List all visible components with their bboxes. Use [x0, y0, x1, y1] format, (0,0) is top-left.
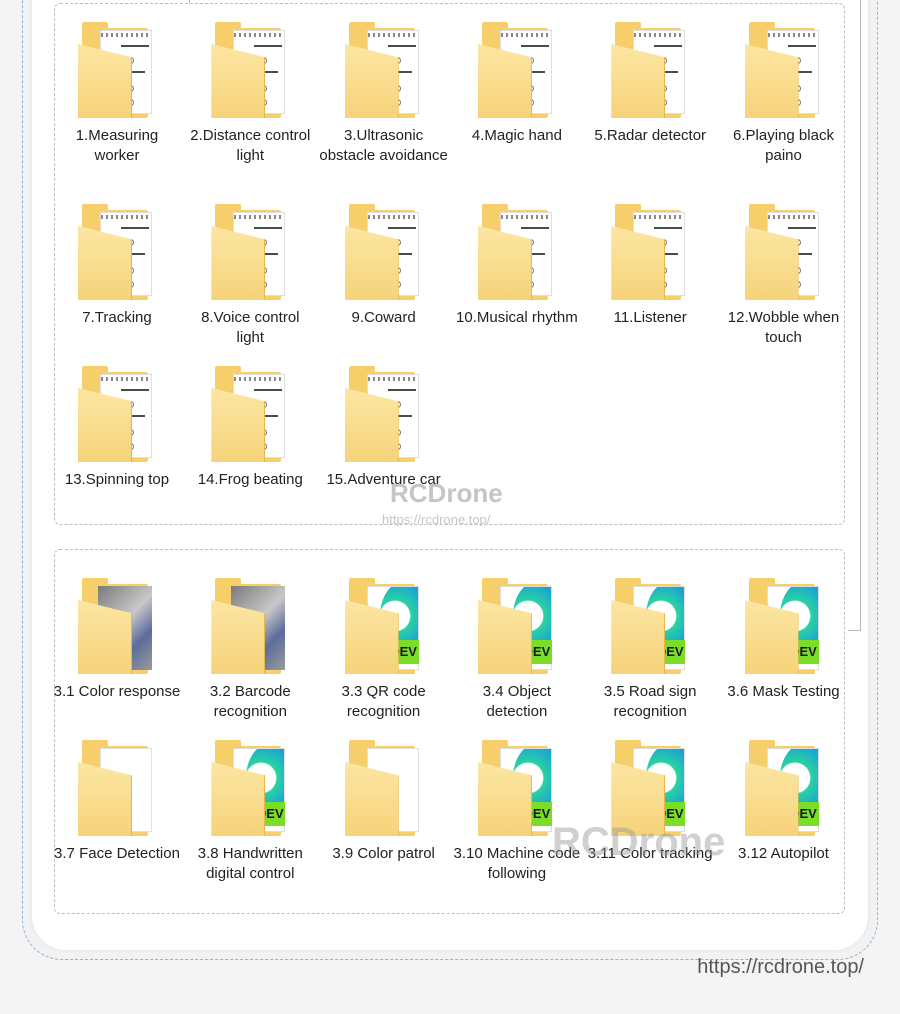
folder-item[interactable]: 12.Wobble when touch: [719, 202, 849, 348]
folder-label: 7.Tracking: [82, 309, 152, 326]
plain-folder-icon: [344, 738, 423, 836]
folder-label: 9.Coward: [351, 309, 416, 326]
folder-item[interactable]: 3.7 Face Detection: [52, 738, 182, 864]
dev-folder-icon: DEV: [477, 738, 556, 836]
folder-label: 8.Voice control light: [201, 309, 300, 346]
notebook-folder-icon: [477, 202, 556, 300]
notebook-folder-icon: [611, 20, 689, 118]
folder-label: 3.7 Face Detection: [54, 845, 180, 862]
folder-panel-basic: 1.Measuring worker 2.Distance control lig…: [54, 3, 845, 525]
notebook-folder-icon: [211, 364, 289, 462]
side-divider: [848, 0, 861, 631]
folder-label: 3.2 Barcode recognition: [209, 683, 291, 720]
folder-item[interactable]: 2.Distance control light: [185, 20, 315, 166]
folder-label: 12.Wobble when touch: [727, 309, 840, 346]
folder-item[interactable]: DEV 3.4 Object detection: [452, 576, 582, 722]
dev-folder-icon: DEV: [211, 738, 289, 836]
folder-item[interactable]: 3.Ultrasonic obstacle avoidance: [319, 20, 449, 166]
notebook-folder-icon: [78, 202, 156, 300]
notebook-folder-icon: [744, 202, 823, 300]
folder-item[interactable]: DEV 3.12 Autopilot: [719, 738, 849, 864]
folder-label: 3.3 QR code recognition: [341, 683, 426, 720]
folder-label: 3.10 Machine code following: [453, 845, 581, 882]
folder-label: 15.Adventure car: [326, 471, 441, 488]
folder-label: 13.Spinning top: [64, 471, 170, 488]
folder-item[interactable]: 14.Frog beating: [185, 364, 315, 490]
notebook-folder-icon: [211, 202, 289, 300]
folder-label: 3.8 Handwritten digital control: [197, 845, 303, 882]
photo-folder-icon: [78, 576, 156, 674]
dev-folder-icon: DEV: [744, 576, 823, 674]
folder-item[interactable]: 11.Listener: [585, 202, 715, 328]
folder-label: 3.6 Mask Testing: [727, 683, 840, 700]
notebook-folder-icon: [611, 202, 689, 300]
photo-folder-icon: [211, 576, 289, 674]
folder-item[interactable]: DEV 3.3 QR code recognition: [319, 576, 449, 722]
folder-label: 3.1 Color response: [53, 683, 181, 700]
folder-label: 5.Radar detector: [594, 127, 707, 144]
folder-item[interactable]: 13.Spinning top: [52, 364, 182, 490]
folder-item[interactable]: 1.Measuring worker: [52, 20, 182, 166]
folder-label: 11.Listener: [613, 309, 687, 326]
folder-item[interactable]: 3.9 Color patrol: [319, 738, 449, 864]
folder-item[interactable]: 5.Radar detector: [585, 20, 715, 146]
folder-label: 14.Frog beating: [197, 471, 303, 488]
folder-item[interactable]: 8.Voice control light: [185, 202, 315, 348]
dev-folder-icon: DEV: [611, 738, 689, 836]
dev-folder-icon: DEV: [744, 738, 823, 836]
folder-label: 3.4 Object detection: [482, 683, 552, 720]
folder-item[interactable]: 3.2 Barcode recognition: [185, 576, 315, 722]
folder-item[interactable]: 15.Adventure car: [319, 364, 449, 490]
folder-item[interactable]: 3.1 Color response: [52, 576, 182, 702]
folder-item[interactable]: DEV 3.10 Machine code following: [452, 738, 582, 884]
folder-label: 3.11 Color tracking: [587, 845, 713, 862]
dev-folder-icon: DEV: [611, 576, 689, 674]
folder-label: 1.Measuring worker: [75, 127, 159, 164]
notebook-folder-icon: [344, 364, 423, 462]
notebook-folder-icon: [78, 364, 156, 462]
folder-label: 3.5 Road sign recognition: [603, 683, 697, 720]
folder-item[interactable]: 10.Musical rhythm: [452, 202, 582, 328]
notebook-folder-icon: [344, 202, 423, 300]
folder-item[interactable]: DEV 3.11 Color tracking: [585, 738, 715, 864]
notebook-folder-icon: [78, 20, 156, 118]
folder-item[interactable]: DEV 3.6 Mask Testing: [719, 576, 849, 702]
notebook-folder-icon: [344, 20, 423, 118]
folder-label: 2.Distance control light: [190, 127, 311, 164]
folder-label: 3.12 Autopilot: [738, 845, 829, 862]
notebook-folder-icon: [211, 20, 289, 118]
folder-panel-ai: 3.1 Color response 3.2 Barcode recognitio…: [54, 549, 845, 914]
plain-folder-icon: [78, 738, 156, 836]
folder-label: 4.Magic hand: [471, 127, 562, 144]
folder-grid-basic: 1.Measuring worker 2.Distance control lig…: [55, 4, 844, 524]
folder-label: 10.Musical rhythm: [456, 309, 578, 326]
folder-grid-ai: 3.1 Color response 3.2 Barcode recognitio…: [52, 550, 844, 913]
folder-item[interactable]: DEV 3.5 Road sign recognition: [585, 576, 715, 722]
folder-item[interactable]: DEV 3.8 Handwritten digital control: [185, 738, 315, 884]
folder-label: 6.Playing black paino: [733, 127, 834, 164]
folder-label: 3.9 Color patrol: [332, 845, 435, 862]
folder-item[interactable]: 6.Playing black paino: [719, 20, 849, 166]
footer-url: https://rcdrone.top/: [697, 956, 864, 978]
folder-label: 3.Ultrasonic obstacle avoidance: [319, 127, 448, 164]
folder-item[interactable]: 9.Coward: [319, 202, 449, 328]
notebook-folder-icon: [477, 20, 556, 118]
notebook-folder-icon: [744, 20, 823, 118]
dev-folder-icon: DEV: [477, 576, 556, 674]
dev-folder-icon: DEV: [344, 576, 423, 674]
folder-item[interactable]: 7.Tracking: [52, 202, 182, 328]
folder-item[interactable]: 4.Magic hand: [452, 20, 582, 146]
